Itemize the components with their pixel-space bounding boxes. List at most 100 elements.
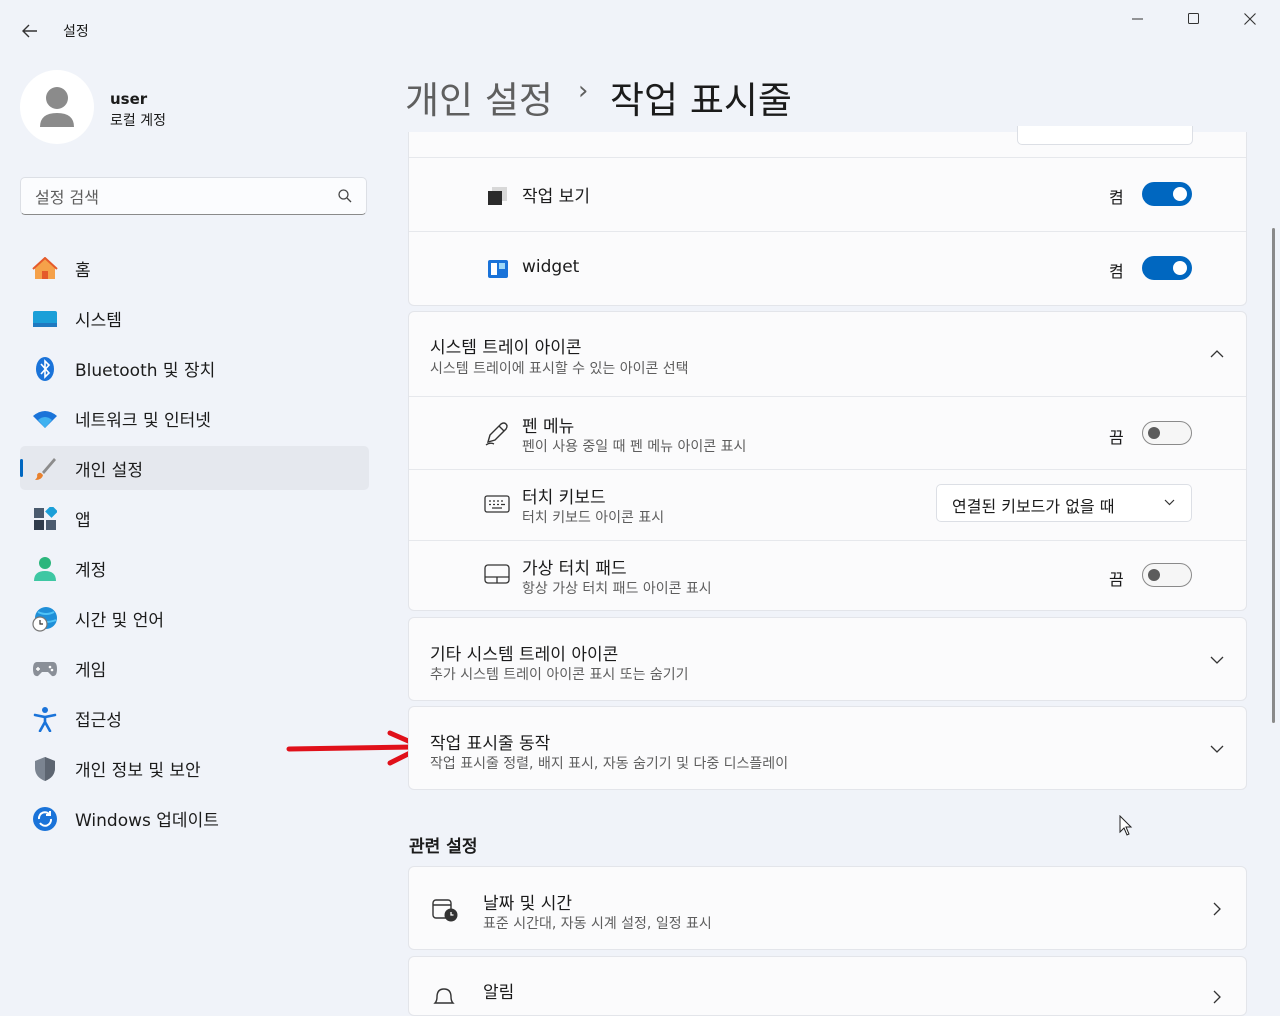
nav-label: 개인 정보 및 보안 [75, 760, 201, 781]
nav-item-network[interactable]: 네트워크 및 인터넷 [20, 396, 369, 440]
calendar-clock-icon [431, 897, 459, 927]
chevron-down-icon [1164, 499, 1175, 506]
scrollbar-thumb[interactable] [1272, 228, 1275, 723]
row-title: 가상 터치 패드 [522, 559, 627, 579]
nav-item-home[interactable]: 홈 [20, 246, 369, 290]
row-divider [409, 396, 1246, 397]
chevron-down-icon[interactable] [1205, 648, 1229, 672]
row-divider [409, 231, 1246, 232]
chevron-right-icon[interactable] [1205, 897, 1229, 921]
widget-toggle[interactable] [1142, 256, 1192, 280]
other-tray-icons-card[interactable]: 기타 시스템 트레이 아이콘 추가 시스템 트레이 아이콘 표시 또는 숨기기 [408, 617, 1247, 701]
toggle-state-label: 켬 [1109, 262, 1124, 281]
system-tray-header[interactable]: 시스템 트레이 아이콘 시스템 트레이에 표시할 수 있는 아이콘 선택 [409, 312, 1246, 396]
system-icon [32, 306, 58, 332]
toggle-state-label: 켬 [1109, 188, 1124, 207]
section-subtitle: 작업 표시줄 정렬, 배지 표시, 자동 숨기기 및 다중 디스플레이 [430, 756, 789, 772]
nav-label: 시간 및 언어 [75, 610, 165, 631]
taskbar-behaviors-card[interactable]: 작업 표시줄 동작 작업 표시줄 정렬, 배지 표시, 자동 숨기기 및 다중 … [408, 706, 1247, 790]
date-time-link-card[interactable]: 날짜 및 시간 표준 시간대, 자동 시계 설정, 일정 표시 [408, 866, 1247, 950]
apps-icon [32, 506, 58, 532]
brush-icon [32, 456, 58, 482]
shield-icon [32, 756, 58, 782]
bell-icon [431, 985, 457, 1015]
maximize-icon [1188, 13, 1199, 24]
back-arrow-icon [22, 24, 37, 38]
search-icon[interactable] [338, 189, 352, 203]
row-title: 알림 [483, 983, 515, 1003]
toggle-state-label: 끔 [1109, 570, 1124, 589]
section-title: 시스템 트레이 아이콘 [430, 338, 582, 358]
pen-menu-toggle[interactable] [1142, 421, 1192, 445]
nav-item-system[interactable]: 시스템 [20, 296, 369, 340]
nav-label: Bluetooth 및 장치 [75, 360, 216, 381]
row-subtitle: 펜이 사용 중일 때 펜 메뉴 아이콘 표시 [522, 439, 747, 455]
section-title: 기타 시스템 트레이 아이콘 [430, 645, 619, 665]
row-title: 작업 보기 [522, 187, 590, 207]
clipped-dropdown[interactable] [1017, 126, 1193, 145]
nav-item-accounts[interactable]: 계정 [20, 546, 369, 590]
row-title: widget [522, 257, 580, 277]
toggle-state-label: 끔 [1109, 428, 1124, 447]
row-subtitle: 항상 가상 터치 패드 아이콘 표시 [522, 581, 712, 597]
account-icon [32, 556, 58, 582]
nav-label: 개인 설정 [75, 460, 143, 481]
row-subtitle: 터치 키보드 아이콘 표시 [522, 510, 665, 526]
minimize-button[interactable] [1110, 0, 1166, 38]
row-divider [409, 469, 1246, 470]
close-button[interactable] [1222, 0, 1278, 38]
page-title: 작업 표시줄 [610, 79, 792, 122]
related-settings-heading: 관련 설정 [409, 837, 478, 857]
chevron-down-icon[interactable] [1205, 737, 1229, 761]
bluetooth-icon [32, 356, 58, 382]
touchpad-toggle[interactable] [1142, 563, 1192, 587]
row-title: 펜 메뉴 [522, 417, 575, 437]
accessibility-icon [32, 706, 58, 732]
update-icon [32, 806, 58, 832]
time-language-icon [32, 606, 58, 632]
section-subtitle: 추가 시스템 트레이 아이콘 표시 또는 숨기기 [430, 667, 689, 683]
nav-item-time-language[interactable]: 시간 및 언어 [20, 596, 369, 640]
section-subtitle: 시스템 트레이에 표시할 수 있는 아이콘 선택 [430, 361, 689, 377]
dropdown-value: 연결된 키보드가 없을 때 [952, 497, 1115, 516]
mouse-cursor-icon [1119, 815, 1133, 836]
nav-label: Windows 업데이트 [75, 810, 219, 831]
back-button[interactable] [14, 18, 46, 44]
touch-keyboard-dropdown[interactable]: 연결된 키보드가 없을 때 [936, 484, 1192, 522]
minimize-icon [1132, 18, 1143, 20]
nav-item-bluetooth[interactable]: Bluetooth 및 장치 [20, 346, 369, 390]
row-divider [409, 540, 1246, 541]
maximize-button[interactable] [1166, 0, 1222, 38]
nav-item-windows-update[interactable]: Windows 업데이트 [20, 796, 369, 840]
chevron-up-icon[interactable] [1205, 342, 1229, 366]
task-view-icon [487, 186, 509, 210]
gamepad-icon [32, 656, 58, 682]
nav-label: 네트워크 및 인터넷 [75, 410, 211, 431]
nav-item-gaming[interactable]: 게임 [20, 646, 369, 690]
keyboard-icon [484, 495, 510, 517]
account-type: 로컬 계정 [110, 113, 166, 129]
taskbar-items-card: 작업 보기 켬 widget 켬 [408, 126, 1247, 306]
widget-icon [487, 259, 509, 283]
avatar[interactable] [20, 70, 94, 144]
notifications-link-card[interactable]: 알림 [408, 956, 1247, 1016]
search-box[interactable] [20, 177, 367, 215]
search-input[interactable] [33, 184, 337, 210]
breadcrumb-separator: › [578, 76, 589, 106]
chevron-right-icon[interactable] [1205, 985, 1229, 1009]
breadcrumb-parent[interactable]: 개인 설정 [405, 70, 553, 124]
nav-label: 게임 [75, 660, 107, 681]
nav-item-personalization[interactable]: 개인 설정 [20, 446, 369, 490]
nav-label: 앱 [75, 510, 91, 531]
nav-label: 시스템 [75, 310, 122, 331]
task-view-toggle[interactable] [1142, 182, 1192, 206]
section-title: 작업 표시줄 동작 [430, 734, 551, 754]
row-subtitle: 표준 시간대, 자동 시계 설정, 일정 표시 [483, 916, 712, 932]
app-title: 설정 [63, 24, 89, 40]
row-title: 터치 키보드 [522, 488, 606, 508]
touchpad-icon [484, 564, 510, 588]
annotation-arrow [286, 730, 425, 766]
nav-item-apps[interactable]: 앱 [20, 496, 369, 540]
system-tray-icons-card: 시스템 트레이 아이콘 시스템 트레이에 표시할 수 있는 아이콘 선택 펜 메… [408, 311, 1247, 611]
pen-icon [484, 420, 510, 450]
